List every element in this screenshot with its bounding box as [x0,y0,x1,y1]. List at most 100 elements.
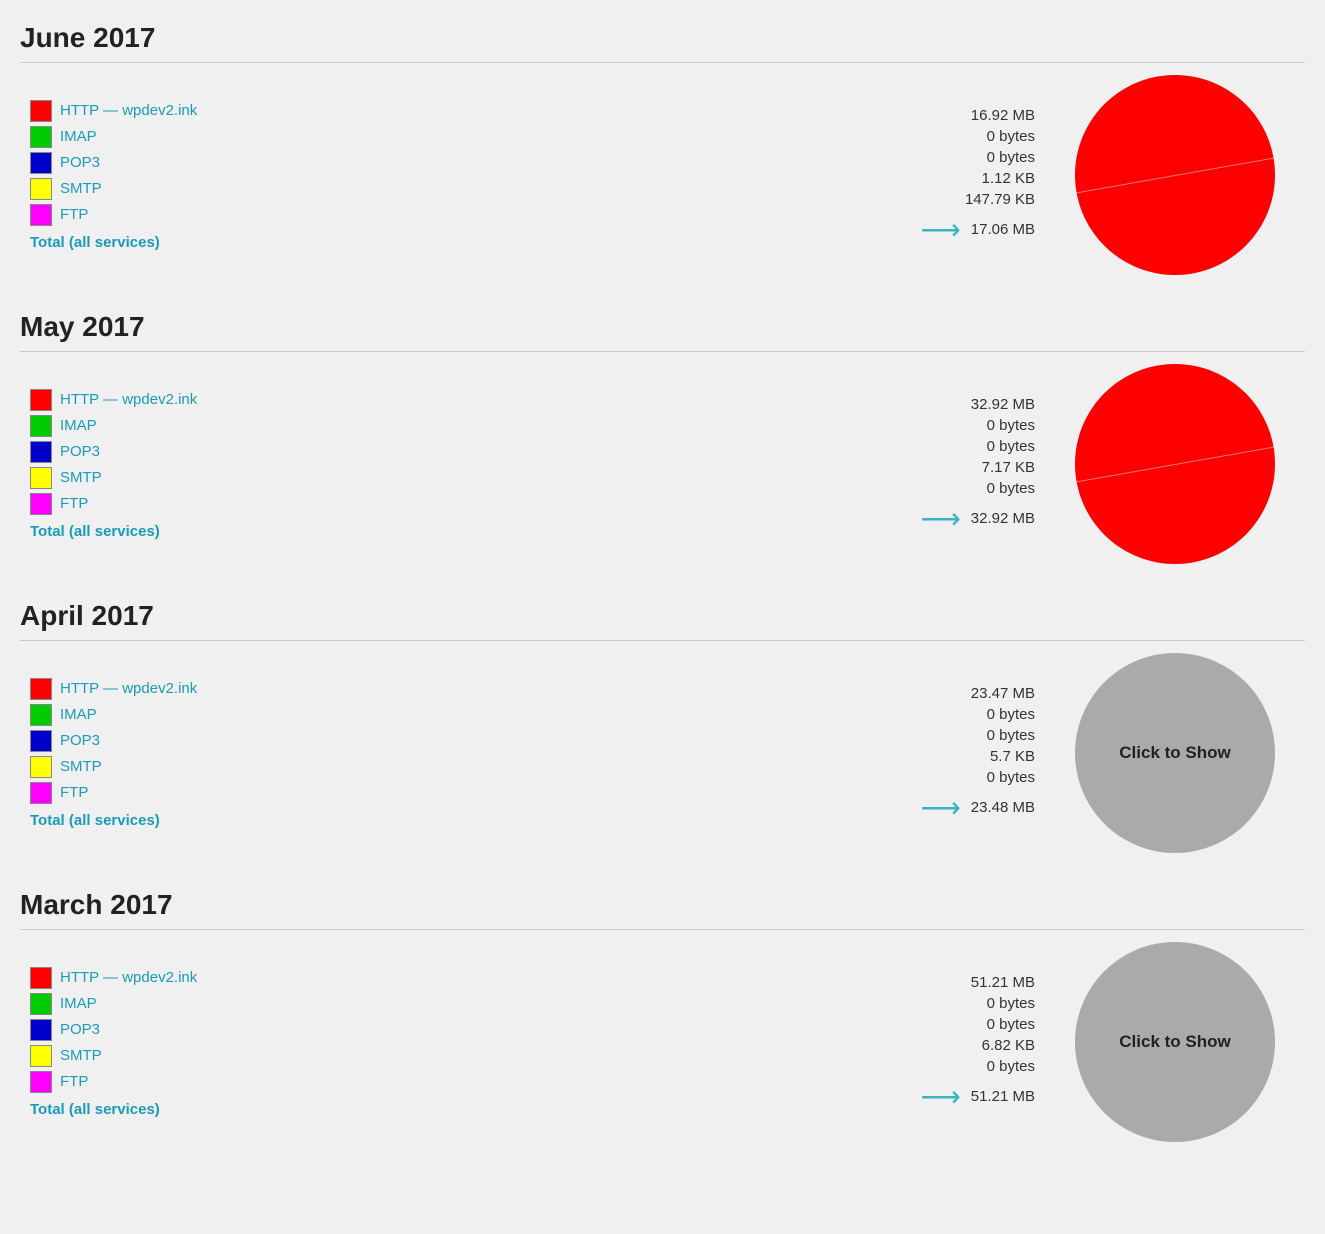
section-content-may-2017: HTTP — wpdev2.ink IMAP POP3 SMTP FTP Total (a… [20,364,1305,580]
legend-label: POP3 [60,443,100,460]
values-area-april-2017: 23.47 MB0 bytes0 bytes5.7 KB0 bytes⟶23.4… [350,685,1055,822]
legend-item: HTTP — wpdev2.ink [30,967,350,989]
legend-color-swatch [30,204,52,226]
section-may-2017: May 2017 HTTP — wpdev2.ink IMAP POP3 SMTP FTP… [20,299,1305,580]
section-title-april-2017: April 2017 [20,588,1305,641]
legend-label: SMTP [60,758,102,775]
legend-item: SMTP [30,178,350,200]
value-row: 7.17 KB [982,459,1035,476]
legend-may-2017: HTTP — wpdev2.ink IMAP POP3 SMTP FTP Total (a… [30,389,350,540]
legend-item: IMAP [30,415,350,437]
total-value: 17.06 MB [971,221,1035,238]
pie-chart [1075,75,1275,275]
chart-area-april-2017[interactable]: Click to Show [1055,653,1295,853]
arrow-icon: ⟶ [921,505,961,533]
value-row: 0 bytes [987,128,1035,145]
legend-label: IMAP [60,128,97,145]
legend-label: IMAP [60,706,97,723]
value-row: 5.7 KB [990,748,1035,765]
legend-label: SMTP [60,469,102,486]
legend-item: FTP [30,782,350,804]
legend-item: HTTP — wpdev2.ink [30,389,350,411]
value-row: 0 bytes [987,1058,1035,1075]
section-title-june-2017: June 2017 [20,10,1305,63]
legend-label: HTTP — wpdev2.ink [60,680,197,697]
legend-label: HTTP — wpdev2.ink [60,102,197,119]
total-value: 23.48 MB [971,799,1035,816]
legend-color-swatch [30,1071,52,1093]
arrow-icon: ⟶ [921,794,961,822]
values-area-march-2017: 51.21 MB0 bytes0 bytes6.82 KB0 bytes⟶51.… [350,974,1055,1111]
legend-color-swatch [30,993,52,1015]
value-row: 147.79 KB [965,191,1035,208]
legend-label: SMTP [60,1047,102,1064]
legend-item: POP3 [30,441,350,463]
section-content-march-2017: HTTP — wpdev2.ink IMAP POP3 SMTP FTP Total (a… [20,942,1305,1158]
value-row: 0 bytes [987,727,1035,744]
value-row: 6.82 KB [982,1037,1035,1054]
total-row: ⟶51.21 MB [921,1083,1035,1111]
section-content-april-2017: HTTP — wpdev2.ink IMAP POP3 SMTP FTP Total (a… [20,653,1305,869]
legend-item: POP3 [30,730,350,752]
legend-total-item: Total (all services) [30,1097,350,1118]
legend-label: HTTP — wpdev2.ink [60,391,197,408]
legend-total-label: Total (all services) [30,523,160,540]
legend-color-swatch [30,1019,52,1041]
legend-label: FTP [60,784,88,801]
legend-label: SMTP [60,180,102,197]
chart-area-may-2017 [1055,364,1295,564]
legend-march-2017: HTTP — wpdev2.ink IMAP POP3 SMTP FTP Total (a… [30,967,350,1118]
legend-total-label: Total (all services) [30,812,160,829]
legend-color-swatch [30,126,52,148]
chart-area-march-2017[interactable]: Click to Show [1055,942,1295,1142]
legend-label: FTP [60,206,88,223]
legend-item: IMAP [30,704,350,726]
legend-label: IMAP [60,995,97,1012]
legend-total-item: Total (all services) [30,808,350,829]
legend-color-swatch [30,493,52,515]
legend-label: HTTP — wpdev2.ink [60,969,197,986]
value-row: 0 bytes [987,480,1035,497]
legend-color-swatch [30,756,52,778]
legend-color-swatch [30,389,52,411]
legend-label: IMAP [60,417,97,434]
value-row: 0 bytes [987,149,1035,166]
legend-total-label: Total (all services) [30,1101,160,1118]
legend-june-2017: HTTP — wpdev2.ink IMAP POP3 SMTP FTP Total (a… [30,100,350,251]
value-row: 23.47 MB [971,685,1035,702]
value-row: 0 bytes [987,769,1035,786]
legend-color-swatch [30,730,52,752]
legend-color-swatch [30,1045,52,1067]
legend-color-swatch [30,467,52,489]
value-row: 0 bytes [987,438,1035,455]
legend-color-swatch [30,152,52,174]
value-row: 32.92 MB [971,396,1035,413]
legend-color-swatch [30,178,52,200]
legend-item: FTP [30,1071,350,1093]
legend-item: SMTP [30,1045,350,1067]
click-to-show-button[interactable]: Click to Show [1075,653,1275,853]
section-title-may-2017: May 2017 [20,299,1305,352]
legend-item: FTP [30,493,350,515]
legend-label: POP3 [60,1021,100,1038]
section-march-2017: March 2017HTTP — wpdev2.inkIMAPPOP3SMTPF… [20,877,1305,1158]
click-to-show-button[interactable]: Click to Show [1075,942,1275,1142]
legend-color-swatch [30,100,52,122]
value-row: 0 bytes [987,1016,1035,1033]
value-row: 0 bytes [987,995,1035,1012]
value-row: 1.12 KB [982,170,1035,187]
legend-color-swatch [30,441,52,463]
legend-color-swatch [30,678,52,700]
total-value: 32.92 MB [971,510,1035,527]
legend-label: FTP [60,495,88,512]
legend-color-swatch [30,704,52,726]
values-area-may-2017: 32.92 MB0 bytes0 bytes7.17 KB0 bytes⟶32.… [350,396,1055,533]
legend-total-item: Total (all services) [30,230,350,251]
pie-line [1076,447,1273,483]
value-row: 16.92 MB [971,107,1035,124]
pie-chart [1075,364,1275,564]
arrow-icon: ⟶ [921,1083,961,1111]
total-row: ⟶ 32.92 MB [921,505,1035,533]
legend-april-2017: HTTP — wpdev2.ink IMAP POP3 SMTP FTP Total (a… [30,678,350,829]
legend-label: POP3 [60,154,100,171]
